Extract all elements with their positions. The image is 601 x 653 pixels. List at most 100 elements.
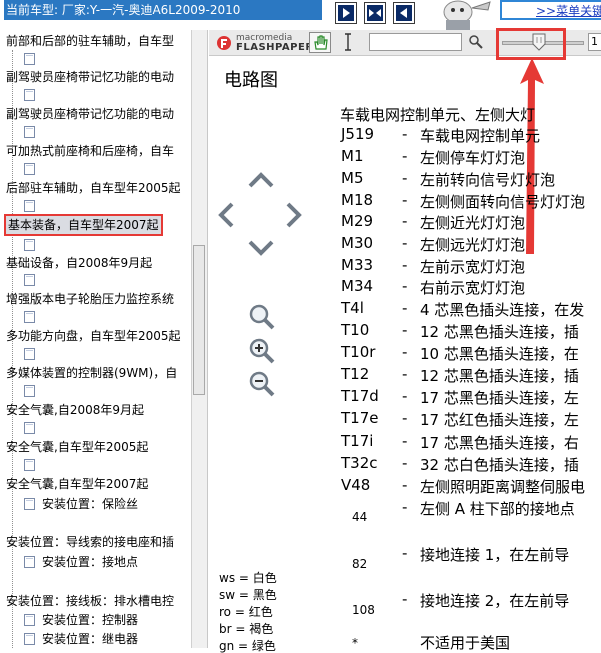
document-icon[interactable] xyxy=(24,422,35,434)
component-code: M33 xyxy=(341,256,374,274)
text-select-icon[interactable] xyxy=(342,33,354,51)
component-desc: 17 芯黑色插头连接，左 xyxy=(420,389,579,407)
zoom-value-field[interactable]: 1 xyxy=(588,33,601,51)
tree-subitem[interactable]: 安装位置：控制器 xyxy=(42,612,138,628)
tree-item[interactable]: 安全气囊,自车型年2007起 xyxy=(6,476,148,492)
color-legend-item: ws = 白色 xyxy=(219,571,277,585)
prev-page-button[interactable] xyxy=(393,2,415,24)
tree-item[interactable]: 可加热式前座椅和后座椅，自车 xyxy=(6,143,174,159)
dash: - xyxy=(402,169,408,187)
document-icon[interactable] xyxy=(24,200,35,212)
search-input[interactable] xyxy=(369,33,462,51)
document-icon[interactable] xyxy=(24,311,35,323)
flashpaper-logo-icon xyxy=(217,36,231,50)
tree-scrollbar-thumb[interactable] xyxy=(193,245,205,395)
component-desc: 右前示宽灯灯泡 xyxy=(420,279,526,297)
ground-code: 82 xyxy=(352,557,368,571)
flashpaper-logo: macromedia FLASHPAPER xyxy=(236,34,314,53)
document-icon[interactable] xyxy=(24,348,35,360)
document-icon[interactable] xyxy=(24,126,35,138)
tree-item[interactable]: 安装位置：接线板：排水槽电控 xyxy=(6,593,174,609)
play-icon xyxy=(338,5,354,21)
pan-right-icon[interactable] xyxy=(286,202,302,228)
document-icon[interactable] xyxy=(24,163,35,175)
menu-keyword-link[interactable]: >>菜单关键 xyxy=(536,2,601,19)
dash: - xyxy=(402,343,408,361)
pan-up-icon[interactable] xyxy=(248,172,274,188)
pan-left-icon[interactable] xyxy=(218,202,234,228)
document-icon[interactable] xyxy=(24,239,35,251)
dash: - xyxy=(402,277,408,295)
ground-desc: 接地连接 1，在左前导 xyxy=(420,546,570,564)
section-heading: 车载电网控制单元、左侧大灯 xyxy=(340,106,536,124)
component-desc: 左侧侧面转向信号灯灯泡 xyxy=(420,193,586,211)
zoom-fit-icon[interactable] xyxy=(248,303,276,331)
component-code: T4l xyxy=(341,299,364,317)
tree-guide-line xyxy=(12,50,13,648)
zoom-in-icon[interactable] xyxy=(248,337,276,365)
dash: - xyxy=(402,125,408,143)
document-icon[interactable] xyxy=(24,614,35,626)
search-icon[interactable] xyxy=(468,34,484,50)
component-desc: 17 芯黑色插头连接，右 xyxy=(420,434,579,452)
tree-subitem[interactable]: 安装位置：保险丝 xyxy=(42,496,138,512)
tree-item[interactable]: 多媒体装置的控制器(9WM)，自 xyxy=(6,365,177,381)
document-icon[interactable] xyxy=(24,385,35,397)
zoom-out-icon[interactable] xyxy=(248,370,276,398)
dash: - xyxy=(402,590,408,608)
dash: - xyxy=(402,476,408,494)
document-icon[interactable] xyxy=(24,89,35,101)
component-desc: 12 芯黑色插头连接，插 xyxy=(420,323,579,341)
component-code: M29 xyxy=(341,212,374,230)
tree-item[interactable]: 副驾驶员座椅带记忆功能的电动 xyxy=(6,69,174,85)
tree-item[interactable]: 后部驻车辅助，自车型年2005起 xyxy=(6,180,181,196)
document-icon[interactable] xyxy=(24,556,35,568)
dash: - xyxy=(402,212,408,230)
component-desc: 左侧近光灯灯泡 xyxy=(420,214,526,232)
logo-text-line2: FLASHPAPER xyxy=(236,42,314,53)
dash: - xyxy=(402,299,408,317)
component-desc: 12 芯黑色插头连接，插 xyxy=(420,367,579,385)
component-code: T10 xyxy=(341,321,370,339)
dash: - xyxy=(402,454,408,472)
tree-item[interactable]: 安全气囊,自车型年2005起 xyxy=(6,439,148,455)
dash: - xyxy=(402,234,408,252)
component-desc: 4 芯黑色插头连接，在发 xyxy=(420,301,585,319)
tree-subitem[interactable]: 安装位置：继电器 xyxy=(42,631,138,647)
tree-subitem[interactable]: 安装位置：接地点 xyxy=(42,554,138,570)
tree-item[interactable]: 多功能方向盘，自车型年2005起 xyxy=(6,328,181,344)
dash: - xyxy=(402,147,408,165)
expand-button[interactable] xyxy=(364,2,386,24)
tree-item[interactable]: 安全气囊,自2008年9月起 xyxy=(6,402,144,418)
component-desc: 左侧照明距离调整伺服电 xyxy=(420,478,586,496)
component-code: T10r xyxy=(341,343,376,361)
document-icon[interactable] xyxy=(24,53,35,65)
tree-item[interactable]: 基础设备，自2008年9月起 xyxy=(6,255,152,271)
tree-item[interactable]: 增强版本电子轮胎压力监控系统 xyxy=(6,291,174,307)
dash: - xyxy=(402,409,408,427)
component-code: J519 xyxy=(341,125,375,143)
document-icon[interactable] xyxy=(24,633,35,645)
pan-down-icon[interactable] xyxy=(248,240,274,256)
color-legend-item: gn = 绿色 xyxy=(219,639,276,653)
component-desc: 左前示宽灯灯泡 xyxy=(420,258,526,276)
component-desc: 32 芯白色插头连接，插 xyxy=(420,456,579,474)
tree-item[interactable]: 前部和后部的驻车辅助，自车型 xyxy=(6,33,174,49)
next-page-button[interactable] xyxy=(335,2,357,24)
component-code: T12 xyxy=(341,365,370,383)
component-code: M1 xyxy=(341,147,364,165)
tree-item[interactable]: 安装位置：导线索的接电座和插 xyxy=(6,534,174,550)
component-code: T17e xyxy=(341,409,379,427)
tree-item-selected[interactable]: 基本装备，自车型年2007起 xyxy=(4,214,163,236)
ground-desc: 左侧 A 柱下部的接地点 xyxy=(420,500,575,518)
hand-tool-button[interactable] xyxy=(309,32,331,53)
document-icon[interactable] xyxy=(24,498,35,510)
component-code: M18 xyxy=(341,191,374,209)
document-icon[interactable] xyxy=(24,459,35,471)
component-desc: 左侧远光灯灯泡 xyxy=(420,236,526,254)
page-title: 电路图 xyxy=(224,70,278,91)
document-icon[interactable] xyxy=(24,274,35,286)
tree-item[interactable]: 副驾驶员座椅带记忆功能的电动 xyxy=(6,106,174,122)
component-code: T32c xyxy=(341,454,378,472)
dash: - xyxy=(402,321,408,339)
